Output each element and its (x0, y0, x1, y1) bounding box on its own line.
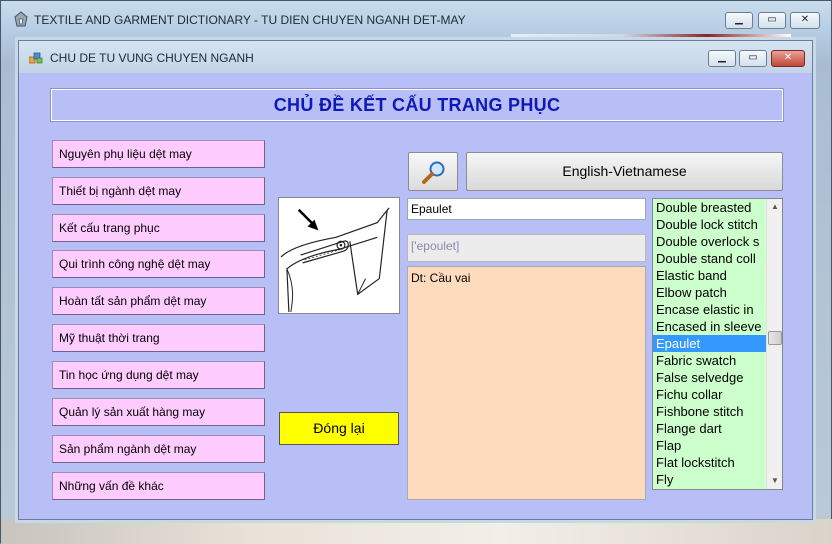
close-button[interactable]: Đóng lại (279, 412, 399, 445)
list-item[interactable]: Elastic band (653, 267, 766, 284)
list-item[interactable]: Encased in sleeve (653, 318, 766, 335)
list-item[interactable]: Flat lockstitch (653, 454, 766, 471)
page-title: CHỦ ĐỀ KẾT CẤU TRANG PHỤC (273, 95, 561, 115)
scroll-up-arrow-icon[interactable]: ▲ (767, 199, 782, 215)
list-item[interactable]: Fabric swatch (653, 352, 766, 369)
main-window: TEXTILE AND GARMENT DICTIONARY - TU DIEN… (0, 0, 832, 544)
header-panel: CHỦ ĐỀ KẾT CẤU TRANG PHỤC (50, 88, 784, 122)
app-icon (14, 11, 28, 27)
word-list-items: Double breasted Double lock stitch Doubl… (653, 199, 766, 489)
topic-button[interactable]: Mỹ thuật thời trang (52, 324, 265, 352)
word-field[interactable]: Epaulet (407, 198, 646, 220)
maximize-button[interactable]: ▭ (758, 12, 786, 29)
list-scrollbar[interactable]: ▲ ▼ (766, 199, 782, 489)
list-item-selected[interactable]: Epaulet (653, 335, 766, 352)
list-item[interactable]: Flap (653, 437, 766, 454)
topic-button[interactable]: Nguyên phụ liệu dệt may (52, 140, 265, 168)
topic-button[interactable]: Những vấn đề khác (52, 472, 265, 500)
form-close-button[interactable]: ✕ (771, 50, 805, 67)
search-button[interactable] (408, 152, 458, 191)
minimize-button[interactable]: ▁ (725, 12, 753, 29)
list-item[interactable]: Double lock stitch (653, 216, 766, 233)
garment-illustration (278, 197, 400, 314)
main-window-title: TEXTILE AND GARMENT DICTIONARY - TU DIEN… (34, 13, 466, 27)
topic-button[interactable]: Tin học ứng dụng dệt may (52, 361, 265, 389)
list-item[interactable]: Double overlock s (653, 233, 766, 250)
form-title: CHU DE TU VUNG CHUYEN NGANH (50, 51, 254, 65)
topic-button[interactable]: Sản phẩm ngành dệt may (52, 435, 265, 463)
topic-button[interactable]: Thiết bị ngành dệt may (52, 177, 265, 205)
topic-button[interactable]: Qui trình công nghệ dệt may (52, 250, 265, 278)
scroll-down-arrow-icon[interactable]: ▼ (767, 473, 782, 489)
language-toggle-button[interactable]: English-Vietnamese (466, 152, 783, 191)
main-titlebar[interactable]: TEXTILE AND GARMENT DICTIONARY - TU DIEN… (1, 1, 832, 35)
scroll-thumb[interactable] (768, 331, 782, 345)
meaning-textarea[interactable]: Dt: Cầu vai (407, 266, 646, 500)
word-listbox[interactable]: Double breasted Double lock stitch Doubl… (652, 198, 783, 490)
topic-button[interactable]: Kết cấu trang phục (52, 214, 265, 242)
topic-form: CHU DE TU VUNG CHUYEN NGANH ▁ ▭ ✕ CHỦ ĐỀ… (18, 40, 813, 520)
form-titlebar[interactable]: CHU DE TU VUNG CHUYEN NGANH ▁ ▭ ✕ (19, 41, 812, 73)
form-maximize-button[interactable]: ▭ (739, 50, 767, 67)
phonetic-field[interactable]: ['epoulet] (407, 234, 646, 262)
list-item[interactable]: Fly (653, 471, 766, 488)
form-icon (29, 52, 43, 64)
list-item[interactable]: Encase elastic in (653, 301, 766, 318)
list-item[interactable]: Fichu collar (653, 386, 766, 403)
list-item[interactable]: Double stand coll (653, 250, 766, 267)
list-item[interactable]: Elbow patch (653, 284, 766, 301)
list-item[interactable]: Fishbone stitch (653, 403, 766, 420)
list-item[interactable]: Flange dart (653, 420, 766, 437)
list-item[interactable]: False selvedge (653, 369, 766, 386)
background-image (1, 519, 832, 544)
close-window-button[interactable]: ✕ (790, 12, 820, 29)
list-item[interactable]: Double breasted (653, 199, 766, 216)
magnifier-icon (422, 161, 445, 184)
form-minimize-button[interactable]: ▁ (708, 50, 736, 67)
topic-button[interactable]: Quản lý sản xuất hàng may (52, 398, 265, 426)
topic-button[interactable]: Hoàn tất sản phẩm dệt may (52, 287, 265, 315)
